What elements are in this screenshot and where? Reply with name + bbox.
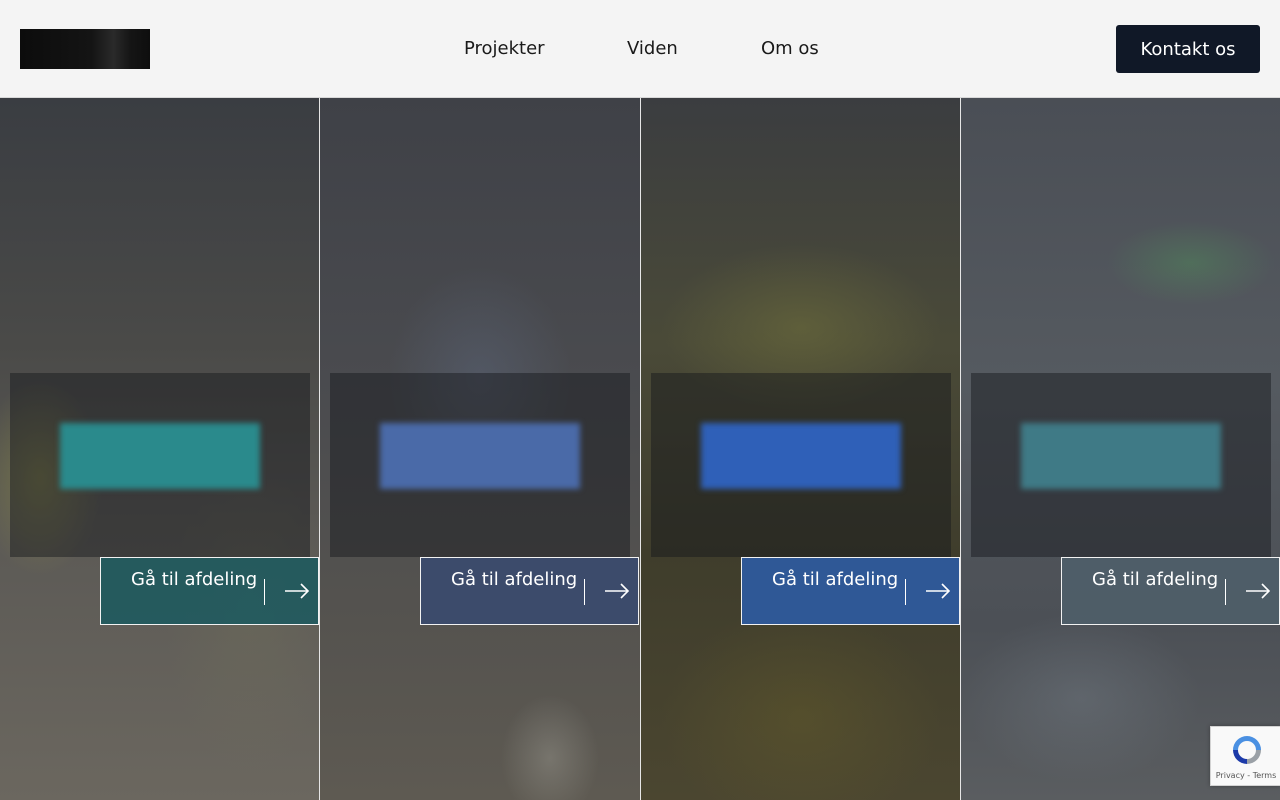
button-divider bbox=[1225, 579, 1226, 605]
arrow-right-icon bbox=[285, 583, 310, 599]
recaptcha-badge[interactable]: Privacy - Terms bbox=[1210, 726, 1280, 786]
department-overlay bbox=[330, 373, 630, 557]
arrow-right-icon bbox=[926, 583, 951, 599]
nav-om-os[interactable]: Om os bbox=[761, 37, 819, 61]
arrow-right-icon bbox=[1246, 583, 1271, 599]
arrow-right-icon bbox=[605, 583, 630, 599]
department-logo bbox=[1021, 423, 1221, 489]
department-logo bbox=[60, 423, 260, 489]
panel-divider bbox=[640, 98, 641, 800]
panel-divider bbox=[319, 98, 320, 800]
recaptcha-icon bbox=[1233, 736, 1261, 764]
department-logo bbox=[380, 423, 580, 489]
recaptcha-links[interactable]: Privacy - Terms bbox=[1211, 771, 1280, 781]
department-panel-2[interactable]: Gå til afdeling bbox=[320, 98, 640, 800]
department-panel-3[interactable]: Gå til afdeling bbox=[641, 98, 960, 800]
goto-department-button[interactable]: Gå til afdeling bbox=[741, 557, 960, 625]
goto-department-button[interactable]: Gå til afdeling bbox=[1061, 557, 1280, 625]
department-overlay bbox=[971, 373, 1271, 557]
department-overlay bbox=[651, 373, 951, 557]
department-logo bbox=[701, 423, 901, 489]
goto-department-label: Gå til afdeling bbox=[1092, 569, 1219, 590]
panel-divider bbox=[960, 98, 961, 800]
department-overlay bbox=[10, 373, 310, 557]
department-panel-1[interactable]: Gå til afdeling bbox=[0, 98, 319, 800]
main-nav: Projekter Viden Om os bbox=[0, 37, 1280, 61]
goto-department-button[interactable]: Gå til afdeling bbox=[100, 557, 319, 625]
goto-department-label: Gå til afdeling bbox=[451, 569, 578, 590]
goto-department-button[interactable]: Gå til afdeling bbox=[420, 557, 639, 625]
nav-projekter[interactable]: Projekter bbox=[464, 37, 545, 61]
goto-department-label: Gå til afdeling bbox=[772, 569, 899, 590]
button-divider bbox=[905, 579, 906, 605]
contact-button[interactable]: Kontakt os bbox=[1116, 25, 1260, 73]
site-header: Projekter Viden Om os Kontakt os bbox=[0, 0, 1280, 98]
nav-viden[interactable]: Viden bbox=[627, 37, 678, 61]
button-divider bbox=[264, 579, 265, 605]
goto-department-label: Gå til afdeling bbox=[131, 569, 258, 590]
department-panel-4[interactable]: Gå til afdeling bbox=[961, 98, 1280, 800]
button-divider bbox=[584, 579, 585, 605]
